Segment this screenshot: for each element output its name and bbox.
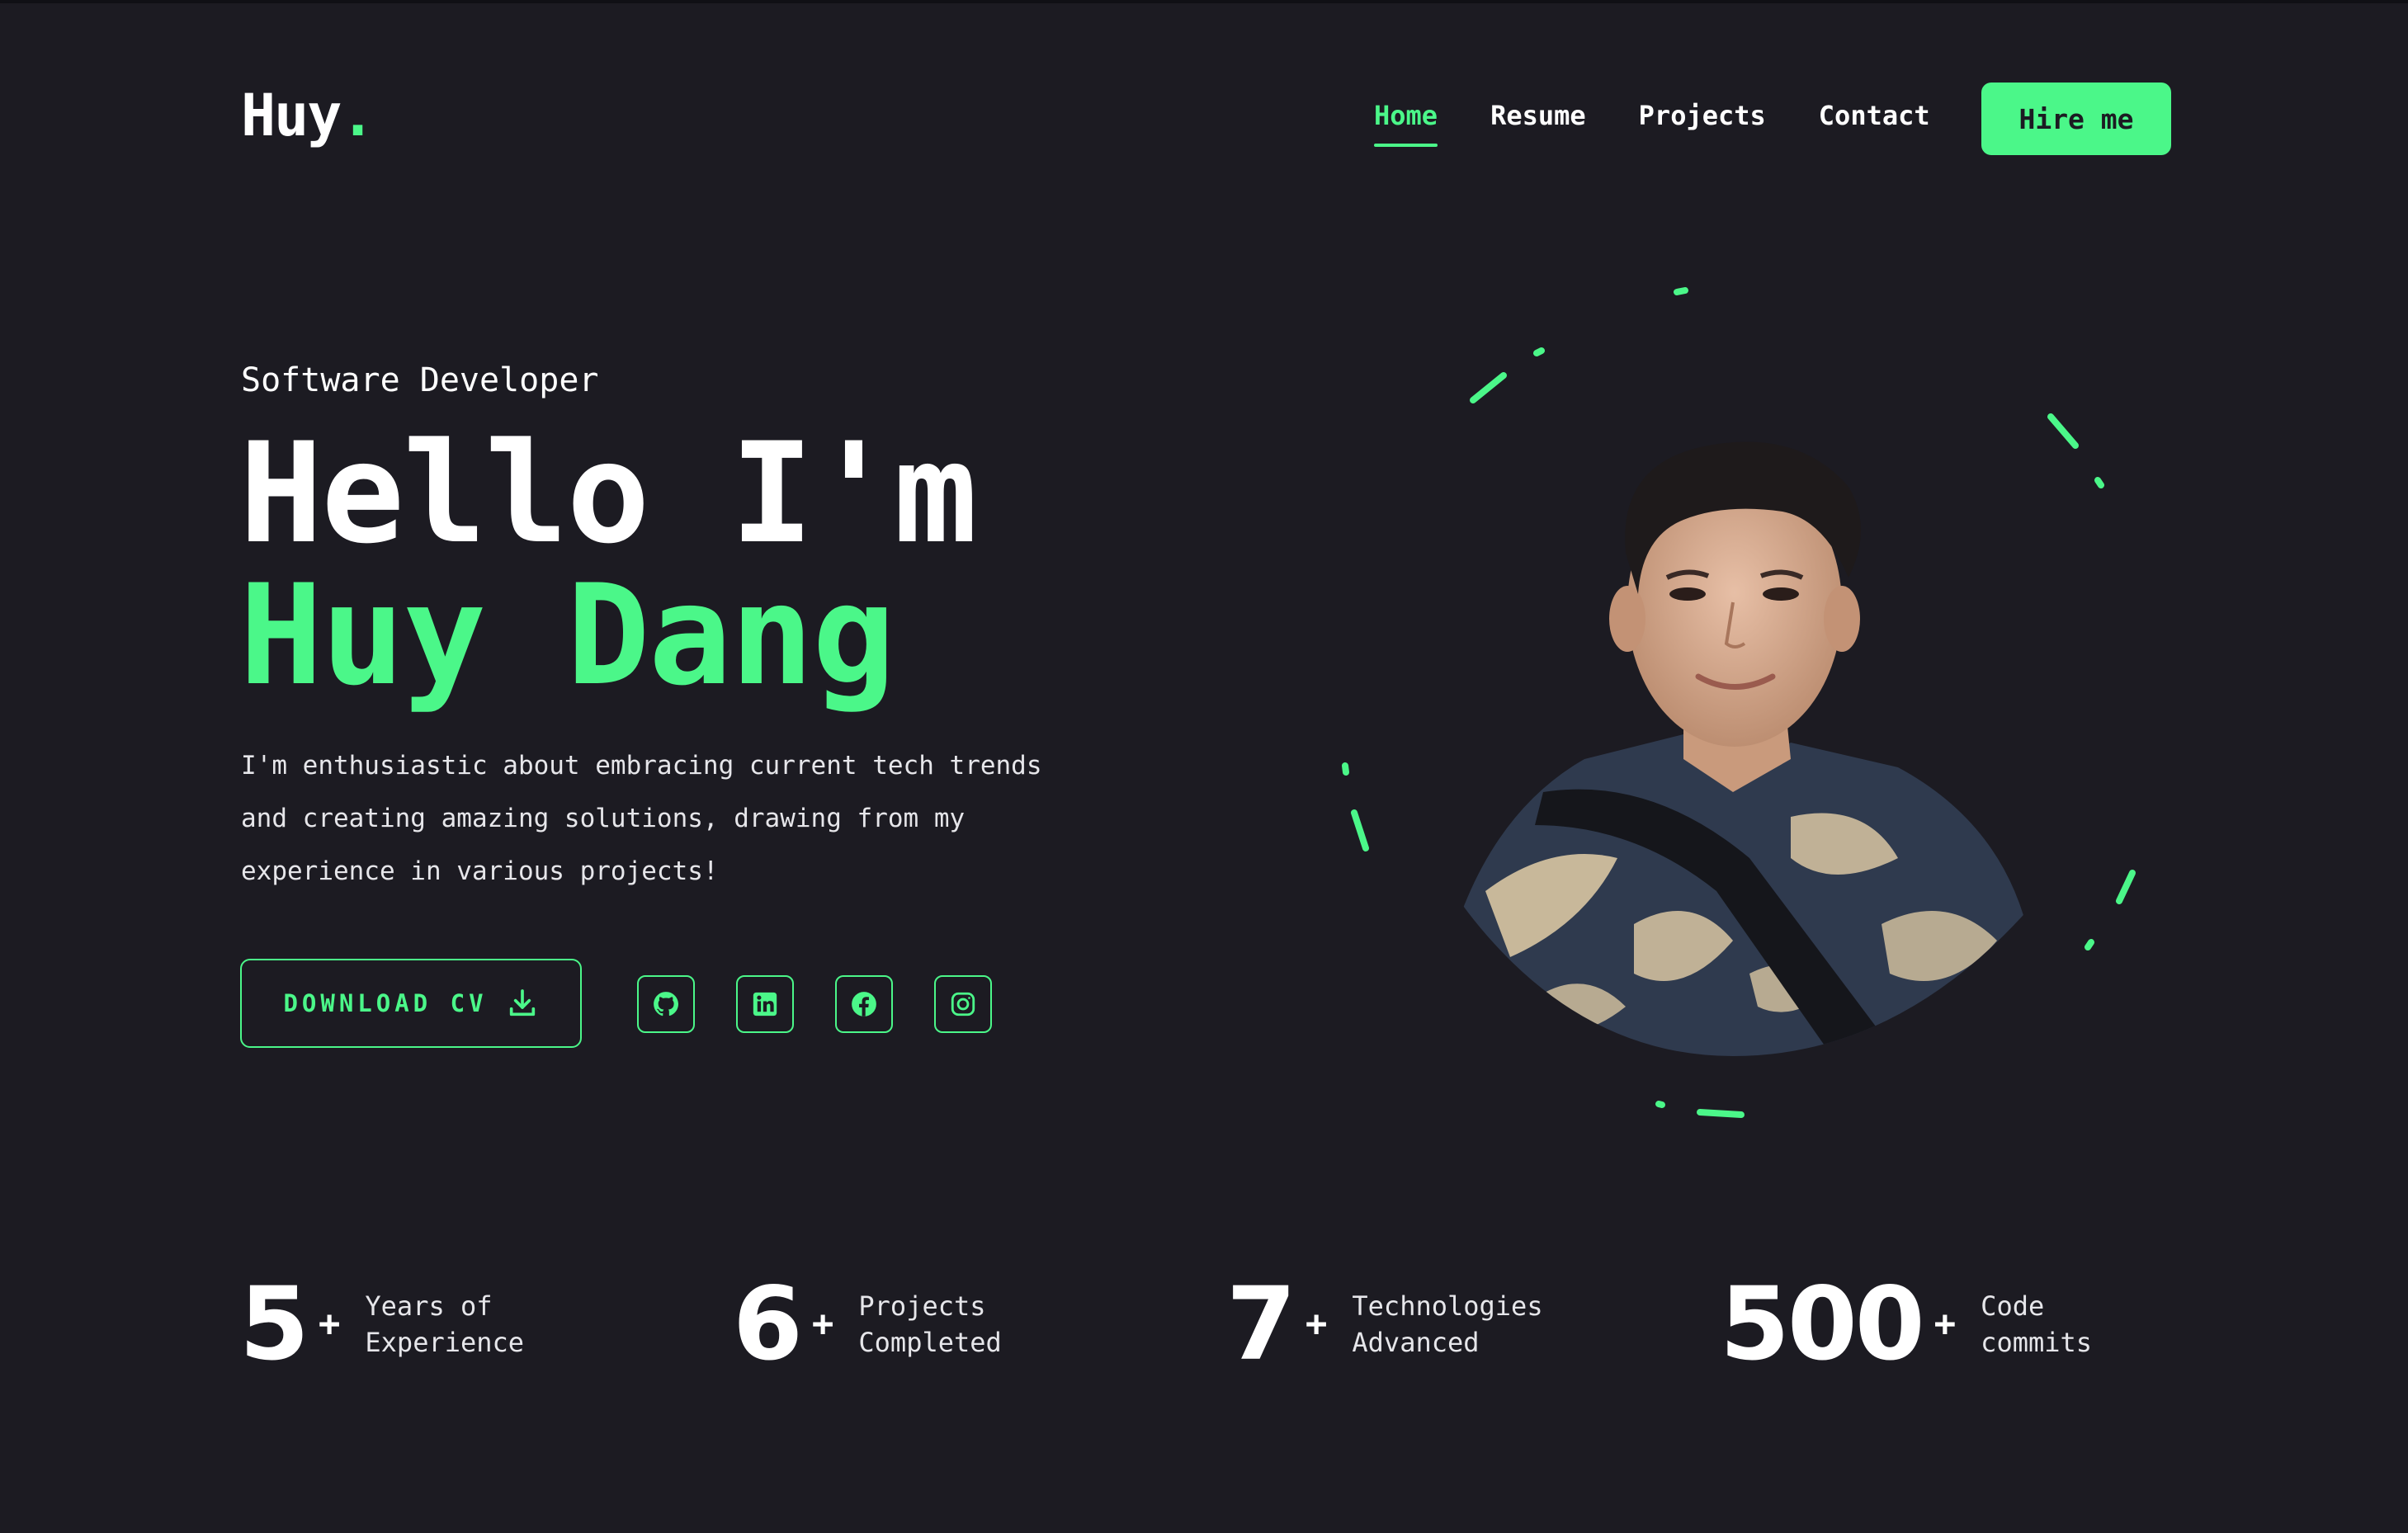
stat-plus: + — [1933, 1303, 1957, 1345]
stat-commits: 500 + Code commits — [1720, 1271, 2228, 1378]
hero-greeting: Hello I'm — [239, 413, 977, 574]
stat-label: Years of Experience — [365, 1288, 612, 1361]
window-top-edge — [0, 0, 2408, 3]
stat-value: 5 — [239, 1266, 309, 1383]
stat-label: Code commits — [1981, 1288, 2228, 1361]
hire-me-button[interactable]: Hire me — [1981, 83, 2171, 155]
stat-value: 7 — [1226, 1266, 1296, 1383]
nav-item-projects[interactable]: Projects — [1639, 97, 1766, 134]
hero-role: Software Developer — [241, 361, 599, 399]
hero-name: Huy Dang — [239, 554, 895, 716]
nav-item-resume[interactable]: Resume — [1490, 97, 1586, 134]
stat-value: 500 — [1720, 1266, 1925, 1383]
stat-projects: 6 + Projects Completed — [733, 1271, 1106, 1378]
hero-intro-line: I'm enthusiastic about embracing current… — [241, 751, 1042, 781]
stat-label-line: Completed — [858, 1327, 1002, 1358]
facebook-icon — [852, 992, 876, 1016]
stat-label: Projects Completed — [858, 1288, 1106, 1361]
stat-technologies: 7 + Technologies Advanced — [1226, 1271, 1599, 1378]
stat-value: 6 — [733, 1266, 803, 1383]
stat-label-line: Code — [1981, 1290, 2045, 1322]
stat-plus: + — [318, 1303, 341, 1345]
main-nav: Home Resume Projects Contact — [1374, 97, 1930, 147]
stat-label-line: Years of — [365, 1290, 493, 1322]
logo-dot: . — [340, 82, 375, 149]
stat-plus: + — [811, 1303, 834, 1345]
download-cv-label: DOWNLOAD CV — [283, 989, 488, 1017]
stat-label-line: Technologies — [1352, 1290, 1543, 1322]
stat-label-line: Projects — [858, 1290, 986, 1322]
stat-label-line: Experience — [365, 1327, 525, 1358]
nav-item-contact[interactable]: Contact — [1819, 97, 1930, 134]
github-icon — [654, 992, 679, 1016]
profile-photo — [1436, 441, 2030, 1056]
nav-item-home[interactable]: Home — [1374, 97, 1438, 147]
hero-intro-line: experience in various projects! — [241, 856, 719, 886]
stat-label-line: commits — [1981, 1327, 2093, 1358]
stat-label: Technologies Advanced — [1352, 1288, 1599, 1361]
facebook-link[interactable] — [835, 975, 893, 1033]
linkedin-link[interactable] — [736, 975, 794, 1033]
download-cv-button[interactable]: DOWNLOAD CV — [240, 959, 582, 1048]
github-link[interactable] — [637, 975, 695, 1033]
hero-intro-line: and creating amazing solutions, drawing … — [241, 804, 966, 833]
logo-text: Huy — [241, 82, 342, 149]
download-icon — [509, 989, 535, 1016]
logo[interactable]: Huy. — [241, 82, 375, 149]
instagram-link[interactable] — [934, 975, 992, 1033]
stat-label-line: Advanced — [1352, 1327, 1480, 1358]
stat-experience: 5 + Years of Experience — [239, 1271, 612, 1378]
hero-intro: I'm enthusiastic about embracing current… — [241, 739, 1116, 898]
instagram-icon — [951, 992, 975, 1016]
linkedin-icon — [753, 992, 777, 1016]
stat-plus: + — [1305, 1303, 1328, 1345]
